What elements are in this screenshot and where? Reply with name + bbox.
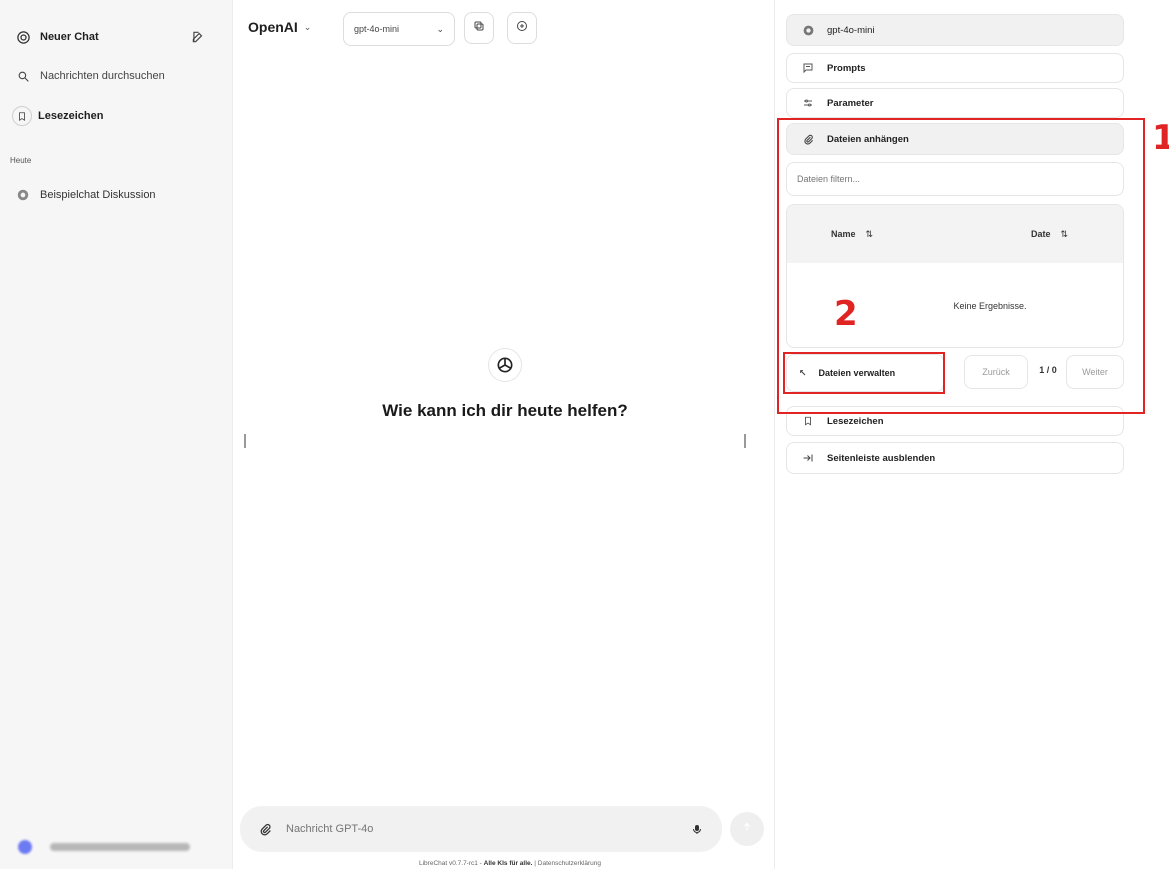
annotation-label-2: 2 bbox=[834, 294, 858, 334]
paperclip-icon[interactable] bbox=[256, 820, 274, 838]
panel-bookmarks-label: Lesezeichen bbox=[827, 415, 884, 427]
footer: LibreChat v0.7.7-rc1 - Alle KIs für alle… bbox=[320, 860, 700, 867]
model-select[interactable]: gpt-4o-mini ⌄ bbox=[343, 12, 455, 46]
hide-sidebar-label: Seitenleiste ausblenden bbox=[827, 452, 936, 464]
search-label: Nachrichten durchsuchen bbox=[40, 70, 165, 82]
plus-circle-icon bbox=[516, 19, 528, 37]
avatar bbox=[18, 840, 32, 854]
privacy-link[interactable]: Datenschutzerklärung bbox=[538, 860, 601, 867]
sliders-icon bbox=[799, 97, 817, 109]
arrow-right-to-line-icon bbox=[799, 452, 817, 464]
openai-logo-icon bbox=[12, 184, 34, 206]
left-sidebar: Neuer Chat Nachrichten durchsuchen Lesez… bbox=[0, 0, 233, 869]
arrow-up-icon bbox=[741, 820, 753, 838]
edit-icon[interactable] bbox=[188, 27, 208, 47]
new-chat-label: Neuer Chat bbox=[40, 31, 99, 43]
bookmark-icon bbox=[12, 106, 32, 126]
message-input[interactable] bbox=[286, 823, 688, 835]
search-icon bbox=[12, 65, 34, 87]
annotation-box-2 bbox=[783, 352, 945, 394]
bookmarks-button[interactable]: Lesezeichen bbox=[12, 101, 220, 131]
copy-icon bbox=[473, 19, 485, 37]
openai-logo-icon bbox=[799, 24, 817, 37]
section-today: Heute bbox=[10, 156, 32, 165]
chevron-down-icon: ⌄ bbox=[436, 23, 444, 34]
panel-model-item[interactable]: gpt-4o-mini bbox=[786, 14, 1124, 46]
annotation-label-1: 1 bbox=[1152, 118, 1169, 158]
chat-header: OpenAI ⌄ gpt-4o-mini ⌄ bbox=[233, 0, 773, 50]
add-model-button[interactable] bbox=[507, 12, 537, 44]
conversation-title: Beispielchat Diskussion bbox=[40, 189, 156, 201]
send-button[interactable] bbox=[730, 812, 764, 846]
greeting-heading: Wie kann ich dir heute helfen? bbox=[382, 401, 628, 420]
panel-resize-handle-right[interactable] bbox=[744, 434, 746, 448]
panel-prompts-item[interactable]: Prompts bbox=[786, 53, 1124, 83]
openai-logo-icon bbox=[488, 348, 522, 382]
footer-separator: | bbox=[534, 860, 536, 867]
footer-version: LibreChat v0.7.7-rc1 - bbox=[418, 860, 482, 867]
microphone-icon[interactable] bbox=[688, 820, 706, 838]
panel-resize-handle-left[interactable] bbox=[244, 434, 246, 448]
openai-logo-icon bbox=[12, 26, 34, 48]
chevron-down-icon: ⌄ bbox=[303, 21, 312, 32]
message-square-icon bbox=[799, 62, 817, 74]
panel-model-label: gpt-4o-mini bbox=[827, 24, 875, 36]
panel-parameters-label: Parameter bbox=[827, 97, 874, 109]
model-label: gpt-4o-mini bbox=[354, 24, 400, 34]
new-chat-button[interactable]: Neuer Chat bbox=[12, 22, 220, 52]
panel-parameters-item[interactable]: Parameter bbox=[786, 88, 1124, 118]
panel-prompts-label: Prompts bbox=[827, 62, 866, 74]
bookmarks-label: Lesezeichen bbox=[38, 110, 104, 122]
copy-conversation-button[interactable] bbox=[464, 12, 494, 44]
provider-select[interactable]: OpenAI ⌄ bbox=[248, 19, 311, 35]
message-composer bbox=[240, 806, 722, 852]
user-email-blurred bbox=[50, 843, 190, 851]
footer-slogan-link[interactable]: Alle KIs für alle. bbox=[484, 860, 533, 867]
bookmark-icon bbox=[799, 415, 817, 427]
hide-sidebar-button[interactable]: Seitenleiste ausblenden bbox=[786, 442, 1124, 474]
search-messages-button[interactable]: Nachrichten durchsuchen bbox=[12, 61, 220, 91]
provider-label: OpenAI bbox=[248, 19, 298, 35]
conversation-item[interactable]: Beispielchat Diskussion bbox=[12, 180, 220, 210]
user-menu[interactable] bbox=[18, 840, 190, 854]
